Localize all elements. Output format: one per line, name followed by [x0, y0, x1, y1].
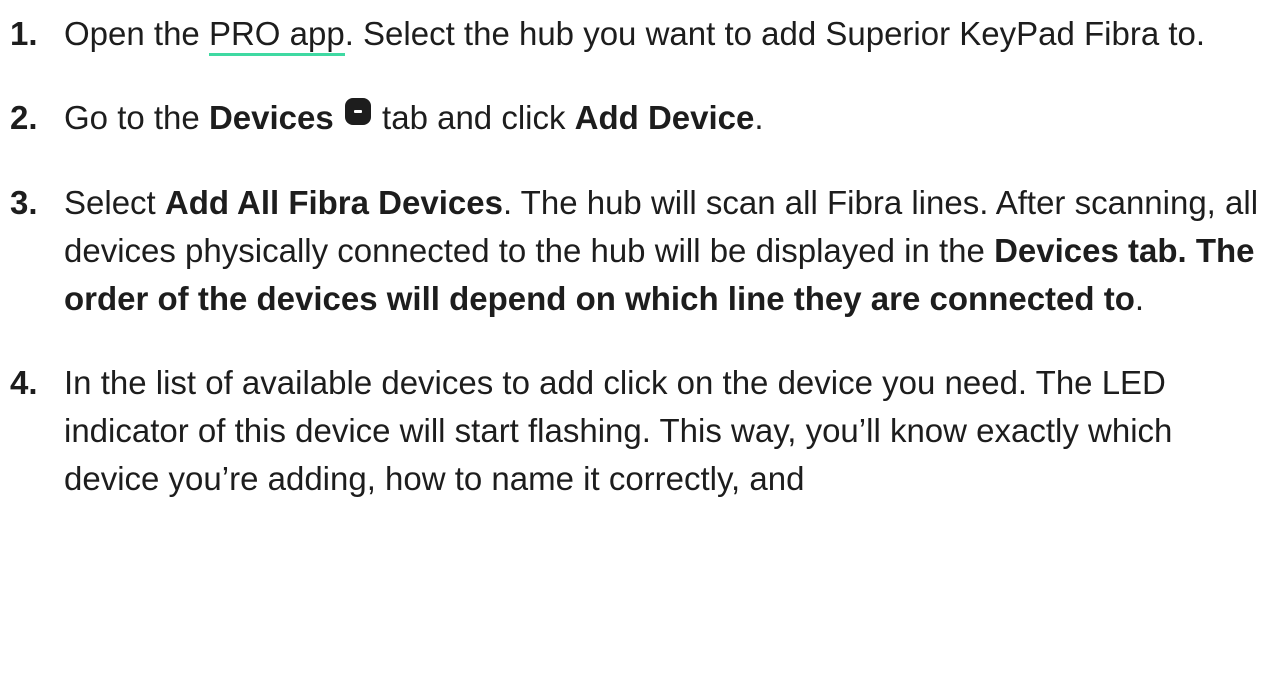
step-text: Open the: [64, 15, 209, 52]
step-3: 3. Select Add All Fibra Devices. The hub …: [0, 179, 1265, 323]
step-text: .: [754, 99, 764, 136]
instruction-steps: 1. Open the PRO app. Select the hub you w…: [0, 10, 1265, 503]
step-text: tab and click: [372, 99, 575, 136]
step-number: 4.: [10, 364, 38, 401]
step-text: .: [1134, 280, 1145, 317]
step-text: In the list of available devices to add …: [64, 364, 1173, 497]
step-number: 2.: [10, 99, 38, 136]
step-number: 3.: [10, 184, 38, 221]
add-device-label: Add Device: [574, 99, 755, 136]
step-2: 2. Go to the Devices tab and click Add De…: [0, 94, 1265, 142]
step-1: 1. Open the PRO app. Select the hub you w…: [0, 10, 1265, 58]
step-4: 4. In the list of available devices to ad…: [0, 359, 1265, 503]
add-all-fibra-label: Add All Fibra Devices: [164, 184, 503, 221]
devices-tab-icon: [344, 98, 371, 125]
step-number: 1.: [10, 15, 38, 52]
step-text: Select: [64, 184, 165, 221]
step-text: . Select the hub you want to add Superio…: [344, 15, 1206, 52]
pro-app-link[interactable]: PRO app: [208, 15, 345, 56]
step-text: Go to the: [64, 99, 209, 136]
devices-label: Devices: [208, 99, 334, 136]
